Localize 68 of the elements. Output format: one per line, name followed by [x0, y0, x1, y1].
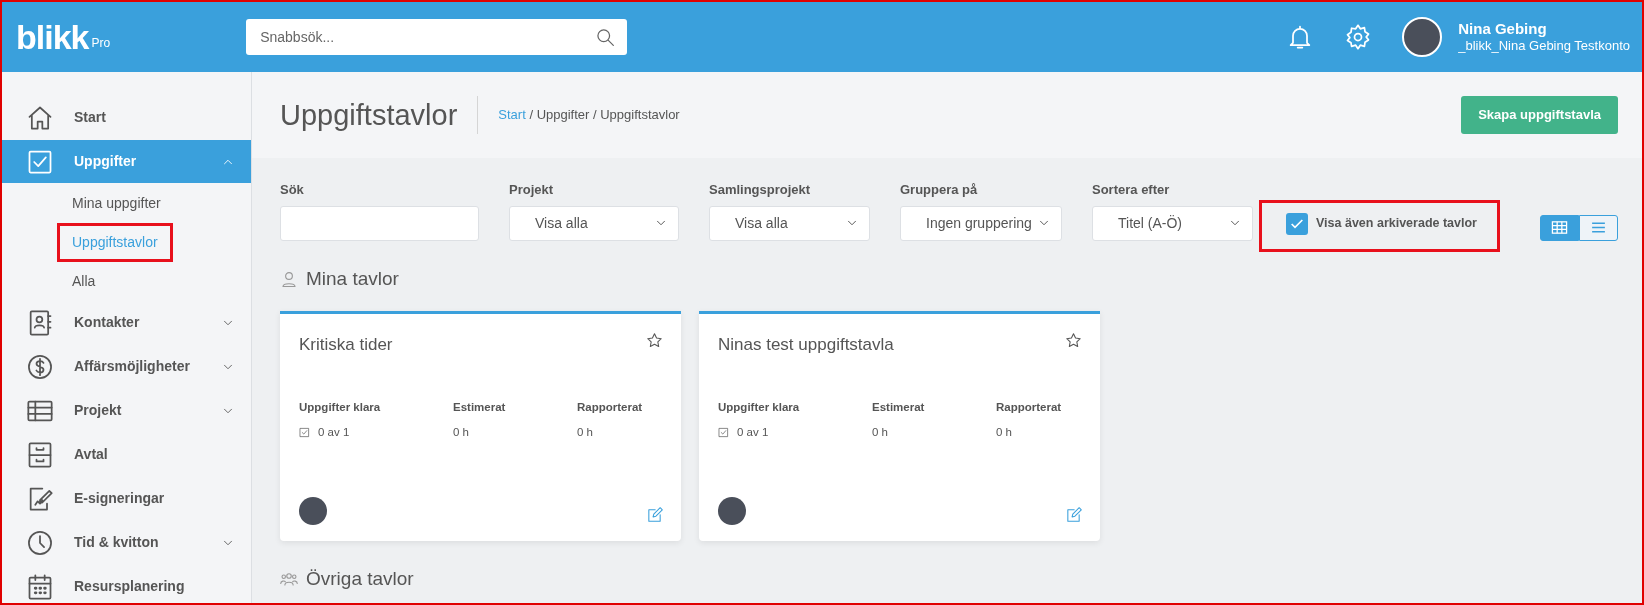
stat-label: Uppgifter klara [718, 400, 801, 415]
account-name: _blikk_Nina Gebing Testkonto [1458, 38, 1630, 54]
breadcrumb-item: Uppgiftstavlor [600, 107, 680, 123]
stat-label: Estimerat [453, 400, 507, 415]
stat-value: 0 h [577, 425, 593, 441]
filter-label: Sortera efter [1092, 181, 1171, 199]
stat-label: Rapporterat [996, 400, 1062, 415]
page-title: Uppgiftstavlor [280, 96, 479, 134]
stat-value: 0 av 1 [737, 425, 769, 441]
user-name: Nina Gebing [1458, 20, 1548, 38]
select-dropdown[interactable]: Visa alla [509, 205, 679, 241]
select-dropdown[interactable]: Titel (A-Ö) [1092, 205, 1253, 241]
checkbox-icon [299, 427, 310, 439]
filter-label: Samlingsprojekt [709, 181, 812, 199]
star-icon[interactable] [646, 331, 663, 349]
select-dropdown[interactable]: Ingen gruppering [900, 205, 1062, 241]
sidebar-item[interactable]: Avtal [2, 433, 251, 476]
dollar-icon [26, 352, 54, 381]
calendar-icon [26, 572, 54, 601]
filter-label: Sök [280, 181, 305, 199]
search-field[interactable]: Snabbsök... [246, 19, 628, 55]
board-card[interactable]: Kritiska tider Uppgifter klara 0 av 1 Estimerat 0 h Rapporterat 0 h [280, 310, 681, 541]
sidebar-item[interactable]: Kontakter [2, 301, 251, 344]
search-icon [595, 27, 616, 47]
user-avatar[interactable] [1402, 17, 1443, 57]
edit-icon[interactable] [1065, 507, 1082, 524]
cabinet-icon [26, 440, 54, 469]
stat-value: 0 av 1 [318, 425, 350, 441]
filter-label: Projekt [509, 181, 555, 199]
grid-icon [1551, 220, 1568, 235]
sidebar-subitem[interactable]: Mina uppgifter [57, 184, 176, 223]
grid-view-button[interactable] [1540, 214, 1579, 241]
board-title: Kritiska tider [299, 333, 394, 356]
logo: blikk [16, 20, 89, 54]
section-title: Övriga tavlor [306, 566, 414, 591]
sidebar-item[interactable]: Resursplanering [2, 565, 251, 603]
stat-label: Estimerat [872, 400, 926, 415]
stat-value: 0 h [872, 425, 888, 441]
list-view-button[interactable] [1579, 214, 1618, 241]
stat-label: Rapporterat [577, 400, 643, 415]
list-icon [1590, 220, 1607, 235]
breadcrumb: Start / Uppgifter / Uppgiftstavlor [498, 106, 680, 125]
stat-label: Uppgifter klara [299, 400, 382, 415]
stat-value: 0 h [996, 425, 1012, 441]
search-input[interactable] [280, 205, 479, 241]
sidebar-item[interactable]: Start [2, 96, 251, 139]
select-dropdown[interactable]: Visa alla [709, 205, 870, 241]
sidebar-item[interactable]: Projekt [2, 389, 251, 432]
member-avatar [718, 496, 746, 525]
sidebar-item[interactable]: Affärsmöjligheter [2, 345, 251, 388]
checkbox-icon [718, 427, 729, 439]
stat-value: 0 h [453, 425, 469, 441]
star-icon[interactable] [1065, 331, 1082, 349]
sidebar-subitem[interactable]: Alla [57, 262, 111, 301]
checkbox[interactable] [1286, 212, 1308, 235]
sidebar-item[interactable]: Tid & kvitton [2, 521, 251, 564]
logo-suffix: Pro [91, 35, 111, 52]
member-avatar [299, 496, 327, 525]
edit-icon[interactable] [646, 507, 663, 524]
person-icon [280, 269, 298, 288]
breadcrumb-item: Uppgifter [536, 107, 590, 123]
filter-label: Gruppera på [900, 181, 979, 199]
sidebar-item[interactable]: E-signeringar [2, 477, 251, 520]
board-card[interactable]: Ninas test uppgiftstavla Uppgifter klara 0 av 1 Estimerat 0 h Rapporterat 0 h [699, 310, 1100, 541]
board-title: Ninas test uppgiftstavla [718, 333, 895, 356]
clock-icon [26, 528, 54, 557]
section-title: Mina tavlor [306, 266, 399, 291]
checkbox-label: Visa även arkiverade tavlor [1316, 215, 1477, 233]
